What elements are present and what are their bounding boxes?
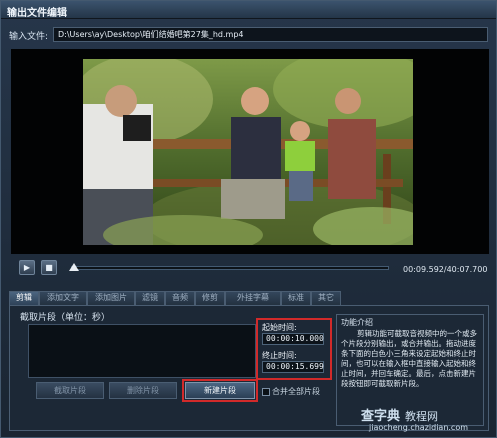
- play-button[interactable]: ▶: [19, 260, 35, 275]
- watermark-url: jiaocheng.chazidian.com: [369, 423, 469, 432]
- edit-tabs: 剪辑 添加文字 添加图片 滤镜 音频 修剪 外挂字幕 标准 其它: [9, 291, 489, 305]
- window-title: 输出文件编辑: [7, 8, 67, 19]
- play-icon: ▶: [23, 263, 31, 272]
- merge-all-clips-label: 合并全部片段: [272, 387, 320, 396]
- new-clip-highlight-box: [182, 379, 258, 402]
- tab-add-image[interactable]: 添加图片: [87, 291, 135, 305]
- clip-list[interactable]: [28, 324, 256, 378]
- title-bar[interactable]: 输出文件编辑: [1, 1, 496, 19]
- output-file-editor-window: 输出文件编辑 输入文件: D:\Users\ay\Desktop\咱们结婚吧第2…: [0, 0, 497, 438]
- input-file-label: 输入文件:: [9, 32, 49, 42]
- stop-icon: ■: [45, 263, 53, 272]
- tab-trim[interactable]: 修剪: [195, 291, 225, 305]
- seek-bar[interactable]: [71, 266, 389, 270]
- checkbox-icon: [262, 387, 270, 396]
- video-still-image: [83, 59, 413, 245]
- tab-other[interactable]: 其它: [311, 291, 341, 305]
- input-file-row: 输入文件: D:\Users\ay\Desktop\咱们结婚吧第27集_hd.m…: [9, 27, 494, 43]
- watermark-brand: 查字典: [361, 409, 401, 424]
- stop-button[interactable]: ■: [41, 260, 57, 275]
- delete-clip-button[interactable]: 删除片段: [109, 382, 177, 399]
- clip-section-title: 截取片段（单位：秒）: [20, 313, 111, 323]
- cut-clip-button[interactable]: 截取片段: [36, 382, 104, 399]
- seek-start-marker-triangle[interactable]: [69, 263, 79, 271]
- tab-add-text[interactable]: 添加文字: [39, 291, 87, 305]
- tab-external-subtitle[interactable]: 外挂字幕: [225, 291, 281, 305]
- tab-standard[interactable]: 标准: [281, 291, 311, 305]
- video-frame: [83, 59, 413, 245]
- merge-all-clips-checkbox[interactable]: 合并全部片段: [262, 386, 320, 397]
- time-highlight-box: [256, 318, 332, 380]
- timecode: 00:09.592/40:07.700: [403, 265, 488, 274]
- input-file-path-field[interactable]: D:\Users\ay\Desktop\咱们结婚吧第27集_hd.mp4: [53, 27, 488, 42]
- video-preview: [11, 49, 489, 254]
- feature-info-title: 功能介绍: [341, 318, 373, 327]
- transport-bar: ▶ ■ 00:09.592/40:07.700: [11, 258, 489, 282]
- site-watermark: 查字典 教程网 jiaocheng.chazidian.com: [361, 405, 493, 435]
- tab-audio[interactable]: 音频: [165, 291, 195, 305]
- tab-filter[interactable]: 滤镜: [135, 291, 165, 305]
- feature-info-text: 剪辑功能可截取音视频中的一个或多个片段分别输出，或合并输出。拖动进度条下面的白色…: [341, 329, 477, 388]
- watermark-subbrand: 教程网: [405, 410, 438, 423]
- tab-clip[interactable]: 剪辑: [9, 291, 39, 305]
